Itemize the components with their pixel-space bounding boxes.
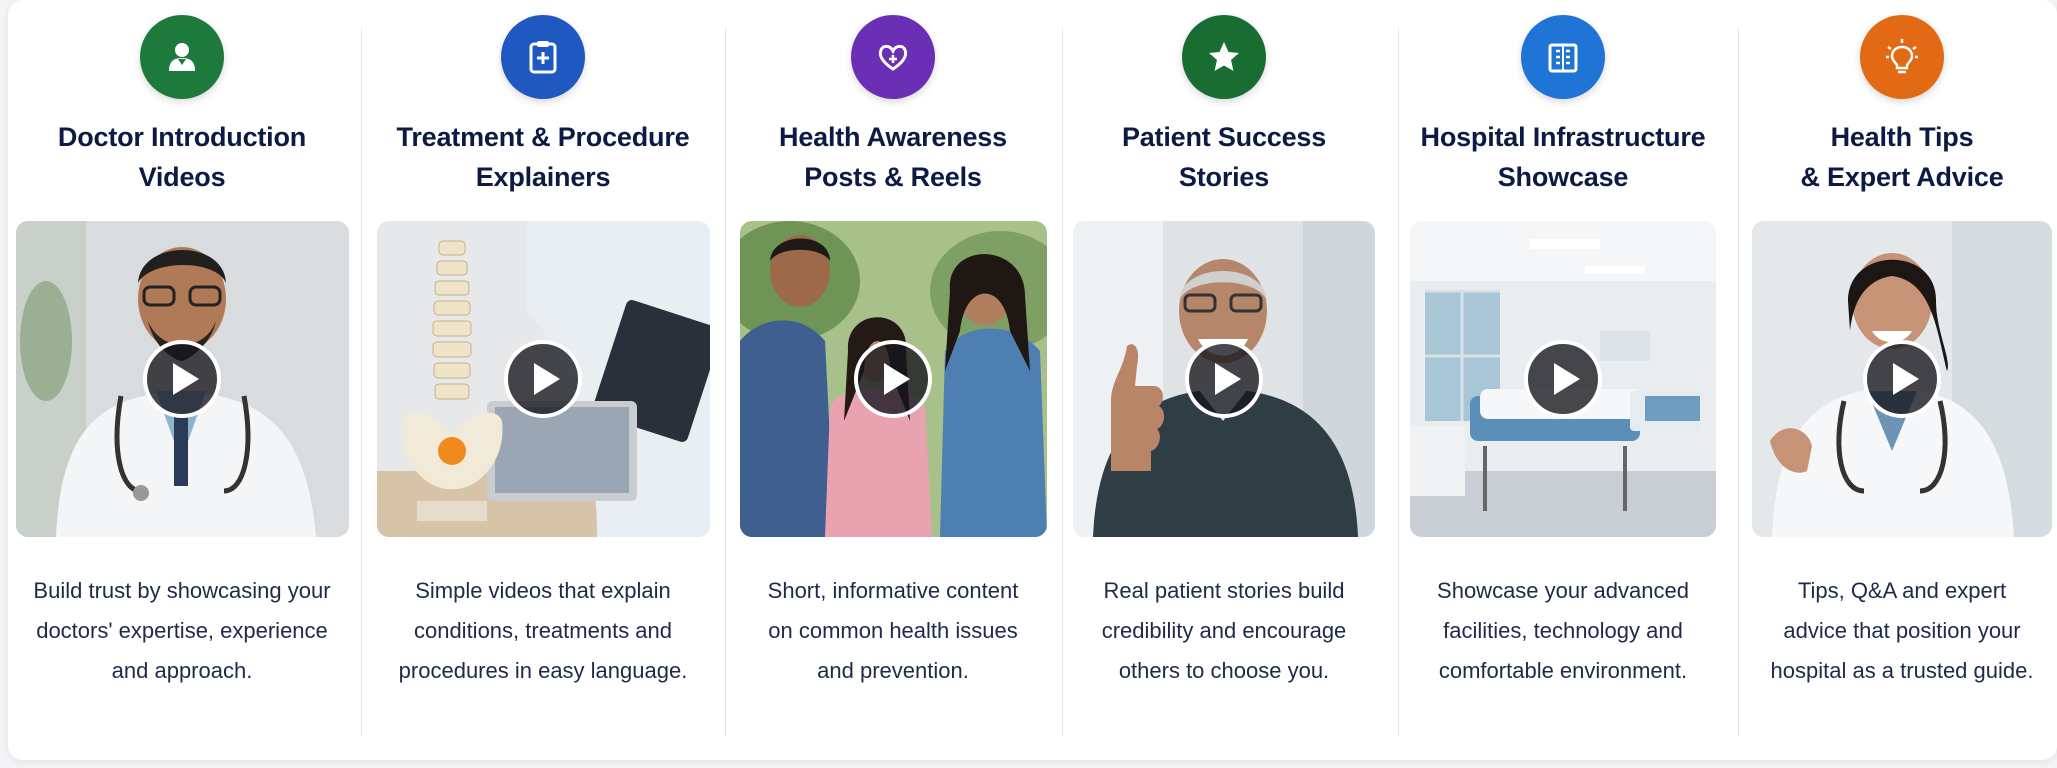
heart-hands-icon <box>851 15 935 99</box>
card-health-awareness: Health Awareness Posts & Reels Short, in… <box>725 0 1062 760</box>
female-doctor-photo <box>1752 221 2052 537</box>
play-icon <box>1214 363 1241 395</box>
card-description: Tips, Q&A and expert advice that positio… <box>1770 578 2034 683</box>
play-button[interactable] <box>854 340 932 418</box>
doctor-portrait-photo <box>15 221 349 537</box>
family-photo <box>739 221 1047 537</box>
card-hospital-infrastructure: Hospital Infrastructure Showcase Showcas… <box>1398 0 1738 760</box>
card-description: Build trust by showcasing your doctors' … <box>33 578 331 683</box>
card-description: Simple videos that explain conditions, t… <box>398 578 688 683</box>
content-type-cards: Doctor Introduction Videos Build trust b… <box>8 0 2057 760</box>
play-button[interactable] <box>143 340 221 418</box>
card-treatment-procedure: Treatment & Procedure Explainers Simple … <box>361 0 725 760</box>
card-title: Treatment & Procedure Explainers <box>396 122 690 192</box>
play-icon <box>883 363 910 395</box>
play-icon <box>1553 363 1580 395</box>
card-description: Real patient stories build credibility a… <box>1101 578 1347 683</box>
play-button[interactable] <box>1185 340 1263 418</box>
doctor-avatar-icon <box>140 15 224 99</box>
card-title: Patient Success Stories <box>1121 122 1327 192</box>
play-icon <box>172 363 199 395</box>
card-doctor-introduction: Doctor Introduction Videos Build trust b… <box>8 0 361 760</box>
star-icon <box>1182 15 1266 99</box>
card-title: Health Tips & Expert Advice <box>1800 122 2004 192</box>
spine-model-photo <box>376 221 710 537</box>
card-description: Showcase your advanced facilities, techn… <box>1437 578 1689 683</box>
card-health-tips: Health Tips & Expert Advice Tips, Q&A an… <box>1738 0 2057 760</box>
play-icon <box>533 363 560 395</box>
hospital-building-icon <box>1521 15 1605 99</box>
happy-patient-photo <box>1073 221 1375 537</box>
card-title: Doctor Introduction Videos <box>57 122 307 192</box>
play-button[interactable] <box>1524 340 1602 418</box>
card-description: Short, informative content on common hea… <box>767 578 1019 683</box>
lightbulb-icon <box>1860 15 1944 99</box>
play-button[interactable] <box>1863 340 1941 418</box>
card-patient-success: Patient Success Stories Real patient sto… <box>1062 0 1398 760</box>
play-button[interactable] <box>504 340 582 418</box>
card-title: Health Awareness Posts & Reels <box>779 122 1007 192</box>
play-icon <box>1892 363 1919 395</box>
card-title: Hospital Infrastructure Showcase <box>1420 122 1706 192</box>
clipboard-medical-icon <box>501 15 585 99</box>
hospital-ward-photo <box>1410 221 1716 537</box>
